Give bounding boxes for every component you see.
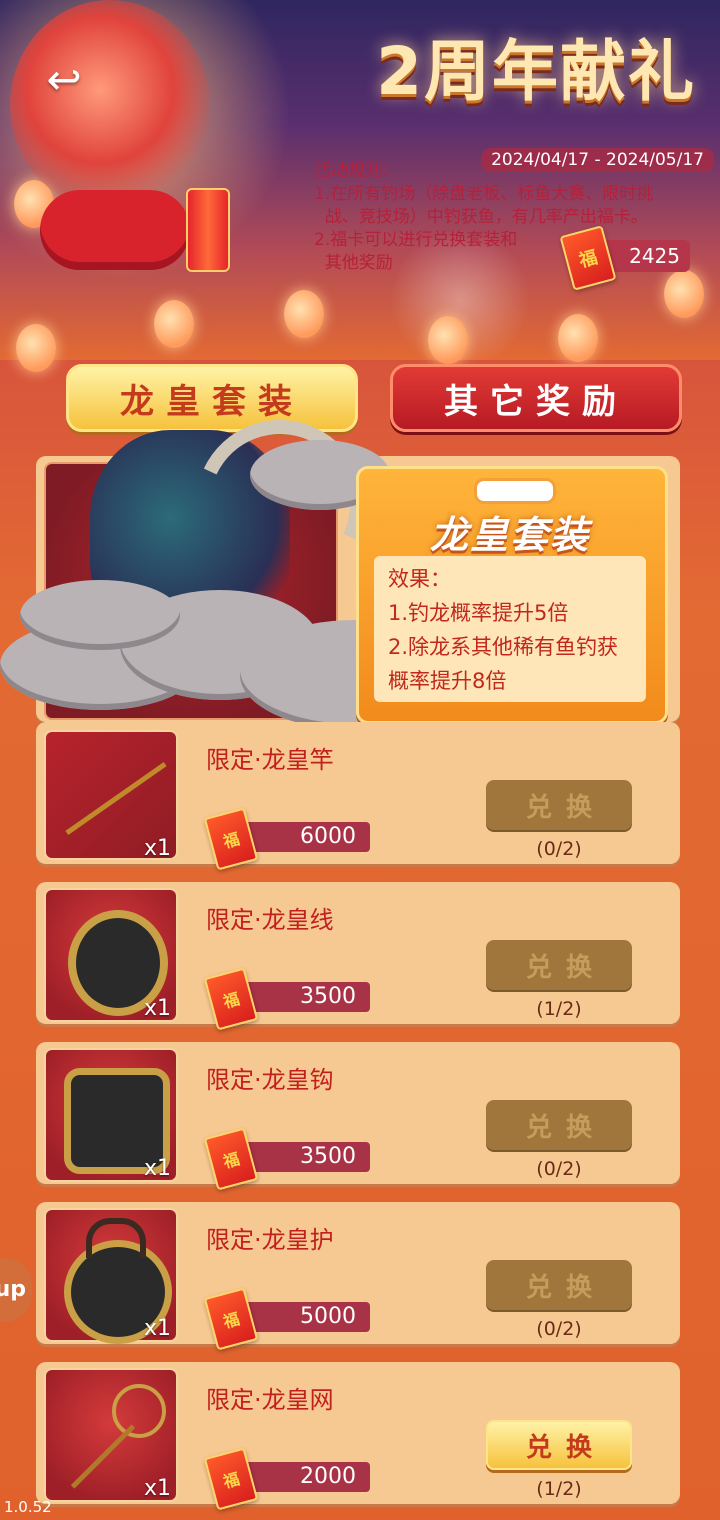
item-qty: x1	[144, 996, 171, 1021]
cloud-decoration	[20, 580, 180, 650]
item-name: 限定·龙皇线	[206, 900, 334, 935]
item-name: 限定·龙皇护	[206, 1220, 334, 1255]
tag-hole	[474, 478, 556, 504]
cloud-decoration	[40, 190, 190, 270]
effect-line: 概率提升8倍	[388, 664, 644, 698]
item-name: 限定·龙皇竿	[206, 740, 334, 775]
fu-card-icon: 福	[210, 812, 252, 866]
fu-card-icon: 福	[210, 1452, 252, 1506]
item-qty: x1	[144, 1156, 171, 1181]
suite-effects: 效果： 1.钓龙概率提升5倍 2.除龙系其他稀有鱼钓获 概率提升8倍	[388, 562, 644, 698]
exchange-progress: (1/2)	[486, 1478, 632, 1500]
tab-other-rewards[interactable]: 其它奖励	[390, 364, 682, 432]
exchange-progress: (1/2)	[486, 998, 632, 1020]
fu-card-icon: 福	[210, 1132, 252, 1186]
exchange-button[interactable]: 兑换	[486, 940, 632, 990]
lantern-icon	[558, 314, 598, 362]
back-icon[interactable]: ↩	[34, 58, 94, 102]
dragon-illustration	[10, 0, 210, 210]
exchange-button[interactable]: 兑换	[486, 1260, 632, 1310]
exchange-button[interactable]: 兑换	[486, 780, 632, 830]
tab-dragon-suit[interactable]: 龙皇套装	[66, 364, 358, 432]
item-name: 限定·龙皇网	[206, 1380, 334, 1415]
lantern-icon	[664, 270, 704, 318]
version-label: 1.0.52	[4, 1498, 52, 1516]
exchange-progress: (0/2)	[486, 1318, 632, 1340]
lantern-icon	[154, 300, 194, 348]
fu-card-icon: 福	[210, 972, 252, 1026]
item-qty: x1	[144, 836, 171, 861]
effect-heading: 效果：	[388, 562, 644, 596]
exchange-button[interactable]: 兑换	[486, 1100, 632, 1150]
rules-line: 活动规则：	[314, 160, 704, 183]
rules-line: 战、竞技场）中钓获鱼，有几率产出福卡。	[314, 206, 704, 229]
effect-line: 2.除龙系其他稀有鱼钓获	[388, 630, 644, 664]
suite-title: 龙皇套装	[360, 504, 660, 559]
fu-card-icon: 福	[210, 1292, 252, 1346]
exchange-progress: (0/2)	[486, 1158, 632, 1180]
exchange-progress: (0/2)	[486, 838, 632, 860]
lantern-icon	[284, 290, 324, 338]
side-float-button[interactable]: up	[0, 1258, 32, 1322]
item-qty: x1	[144, 1316, 171, 1341]
effect-line: 1.钓龙概率提升5倍	[388, 596, 644, 630]
page-title: 2周年献礼	[376, 18, 696, 114]
fu-card-icon: 福	[566, 230, 610, 286]
item-name: 限定·龙皇钩	[206, 1060, 334, 1095]
exchange-button[interactable]: 兑换	[486, 1420, 632, 1470]
lantern-icon	[428, 316, 468, 364]
firecracker-icon	[186, 188, 230, 272]
rules-line: 1.在所有钓场（除盘老板、标鱼大赛、限时挑	[314, 183, 704, 206]
lantern-icon	[16, 324, 56, 372]
item-qty: x1	[144, 1476, 171, 1501]
